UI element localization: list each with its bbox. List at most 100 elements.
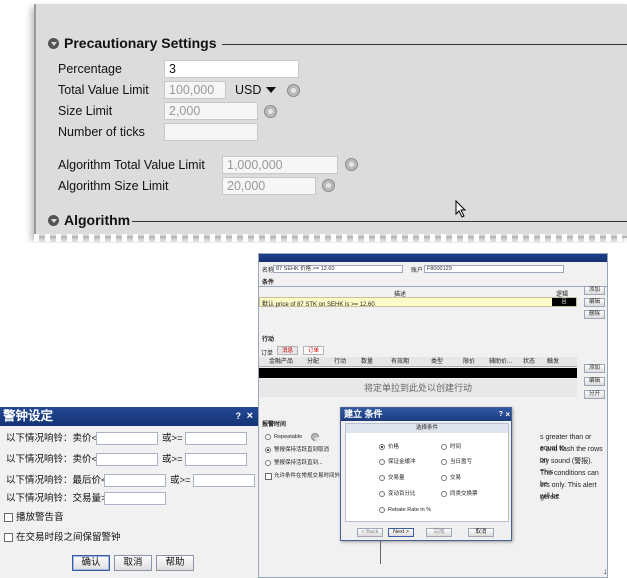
- add-action-button[interactable]: 添加: [584, 364, 605, 373]
- precautionary-settings-panel: Precautionary Settings Percentage 3 Tota…: [0, 0, 627, 243]
- keep-alarm-checkbox[interactable]: [4, 533, 13, 542]
- finish-button[interactable]: 完成: [426, 528, 452, 537]
- dialog-title-bar: 建立 条件 ? ×: [341, 408, 511, 421]
- option-time-radio[interactable]: [441, 444, 447, 450]
- last-high-input[interactable]: [193, 474, 255, 487]
- help-icon[interactable]: [311, 433, 320, 442]
- option-margin-radio[interactable]: [379, 459, 385, 465]
- collapse-arrow-icon[interactable]: [48, 37, 59, 49]
- add-condition-button[interactable]: 添加: [584, 286, 605, 295]
- bid-low-input[interactable]: [96, 453, 158, 466]
- play-sound-checkbox[interactable]: [4, 513, 13, 522]
- close-icon[interactable]: ×: [247, 407, 253, 426]
- option-price-radio[interactable]: [379, 444, 385, 450]
- help-icon[interactable]: ?: [499, 408, 503, 421]
- outside-hours-label: 允许条件在常规交易时间外...: [274, 473, 345, 479]
- next-button[interactable]: Next >: [388, 528, 414, 537]
- alarm-settings-dialog: 警钟设定 ? × 以下情况响铃：卖价<= 或>= 以下情况响铃：卖价<= 或>=…: [0, 407, 258, 578]
- collapse-arrow-icon[interactable]: [48, 214, 59, 226]
- tabs-prefix: 订单: [261, 351, 274, 357]
- option-rebate-radio[interactable]: [379, 507, 385, 513]
- option-exchange-radio[interactable]: [441, 491, 447, 497]
- algo-total-value-limit-input[interactable]: 1,000,000: [222, 156, 338, 174]
- col-header: 行动: [334, 359, 347, 365]
- option-change-radio[interactable]: [379, 491, 385, 497]
- option-label: 变动百分比: [388, 491, 416, 497]
- order-row-selected[interactable]: [259, 368, 577, 378]
- col-header: 状态: [523, 359, 536, 365]
- last-low-input[interactable]: [104, 474, 166, 487]
- arrow-down-icon: ↓: [603, 566, 608, 576]
- account-dropdown[interactable]: F8000129: [424, 265, 564, 273]
- alarm-row-label: 以下情况响铃：最后价<=: [6, 475, 113, 486]
- create-condition-dialog: 建立 条件 ? × 选择条件 价格 时间 保证金缓冲 当日盈亏 交易量 交易 变…: [340, 407, 512, 541]
- tab-message[interactable]: 消息: [277, 346, 299, 355]
- size-limit-label: Size Limit: [58, 104, 113, 118]
- outside-hours-checkbox[interactable]: [265, 473, 272, 480]
- algo-total-value-limit-label: Algorithm Total Value Limit: [58, 158, 205, 172]
- connector-line: [380, 541, 381, 564]
- back-button[interactable]: < Back: [357, 528, 383, 537]
- help-icon[interactable]: [287, 84, 300, 97]
- tab-order[interactable]: 订单: [303, 346, 325, 355]
- stay-until-radio[interactable]: [265, 460, 271, 466]
- drag-order-area[interactable]: 将定单拉到此处以创建行动: [259, 379, 577, 397]
- option-label: 时间: [450, 444, 462, 450]
- currency-dropdown[interactable]: USD: [235, 83, 277, 97]
- play-sound-label: 播放警告音: [16, 512, 64, 523]
- col-header: 数量: [361, 359, 374, 365]
- cancel-button[interactable]: 取消: [114, 555, 152, 571]
- col-header: 触发: [547, 359, 560, 365]
- help-icon[interactable]: [322, 179, 335, 192]
- ask-low-input[interactable]: [96, 432, 158, 445]
- order-columns: 金融产品 分配 行动 数量 有效期 类型 限价 辅助价... 状态 触发: [259, 357, 577, 367]
- algorithm-section-header[interactable]: Algorithm: [48, 212, 130, 228]
- precautionary-section-header[interactable]: Precautionary Settings: [48, 35, 217, 51]
- or-label: 或>=: [170, 475, 191, 486]
- delete-condition-button[interactable]: 删除: [584, 310, 605, 319]
- col-header: 金融产品: [269, 359, 294, 365]
- condition-options-panel: 选择条件 价格 时间 保证金缓冲 当日盈亏 交易量 交易 变动百分比 同类交换票…: [345, 423, 509, 522]
- percentage-label: Percentage: [58, 62, 122, 76]
- or-label: 或>=: [162, 433, 183, 444]
- algo-size-limit-label: Algorithm Size Limit: [58, 179, 169, 193]
- help-button[interactable]: 帮助: [156, 555, 194, 571]
- option-pnl-radio[interactable]: [441, 459, 447, 465]
- alarm-row-label: 以下情况响铃：卖价<=: [6, 454, 103, 465]
- volume-input[interactable]: [104, 492, 166, 505]
- help-icon[interactable]: [345, 158, 358, 171]
- col-header: 限价: [463, 359, 476, 365]
- ask-high-input[interactable]: [185, 432, 247, 445]
- number-of-ticks-input[interactable]: [164, 123, 258, 141]
- conditions-header: 条件: [262, 280, 275, 286]
- bid-high-input[interactable]: [185, 453, 247, 466]
- split-action-button[interactable]: 分开: [584, 390, 605, 399]
- percentage-input[interactable]: 3: [164, 60, 299, 78]
- drag-hint: 将定单拉到此处以创建行动: [363, 383, 472, 393]
- name-input[interactable]: 87 SEHK 价格 >= 12.60: [273, 265, 403, 273]
- alarm-time-header: 报警时间: [262, 422, 287, 428]
- action-header: 行动: [262, 337, 275, 343]
- dialog-title-bar: 警钟设定 ? ×: [0, 407, 258, 426]
- help-icon[interactable]: [264, 105, 277, 118]
- section-title: Precautionary Settings: [64, 35, 217, 51]
- condition-row[interactable]: 默认 price of 87 STK on SEHK is >= 12.60 且: [259, 297, 577, 308]
- close-icon[interactable]: ×: [505, 408, 510, 421]
- logic-cell[interactable]: 且: [552, 298, 576, 306]
- col-header: 类型: [431, 359, 444, 365]
- total-value-limit-input[interactable]: 100,000: [164, 81, 226, 99]
- option-volume-radio[interactable]: [379, 475, 385, 481]
- help-icon[interactable]: ?: [236, 407, 242, 426]
- alarm-row-label: 以下情况响铃：卖价<=: [6, 433, 103, 444]
- cancel-button[interactable]: 取消: [468, 528, 494, 537]
- option-trade-radio[interactable]: [441, 475, 447, 481]
- algorithm-section-title: Algorithm: [64, 212, 131, 228]
- stay-active-radio[interactable]: [265, 447, 271, 453]
- edit-condition-button[interactable]: 编辑: [584, 298, 605, 307]
- edit-action-button[interactable]: 编辑: [584, 377, 605, 386]
- or-label: 或>=: [162, 454, 183, 465]
- algo-size-limit-input[interactable]: 20,000: [222, 177, 316, 195]
- repeatable-radio[interactable]: [265, 434, 271, 440]
- size-limit-input[interactable]: 2,000: [164, 102, 258, 120]
- ok-button[interactable]: 确认: [72, 555, 110, 571]
